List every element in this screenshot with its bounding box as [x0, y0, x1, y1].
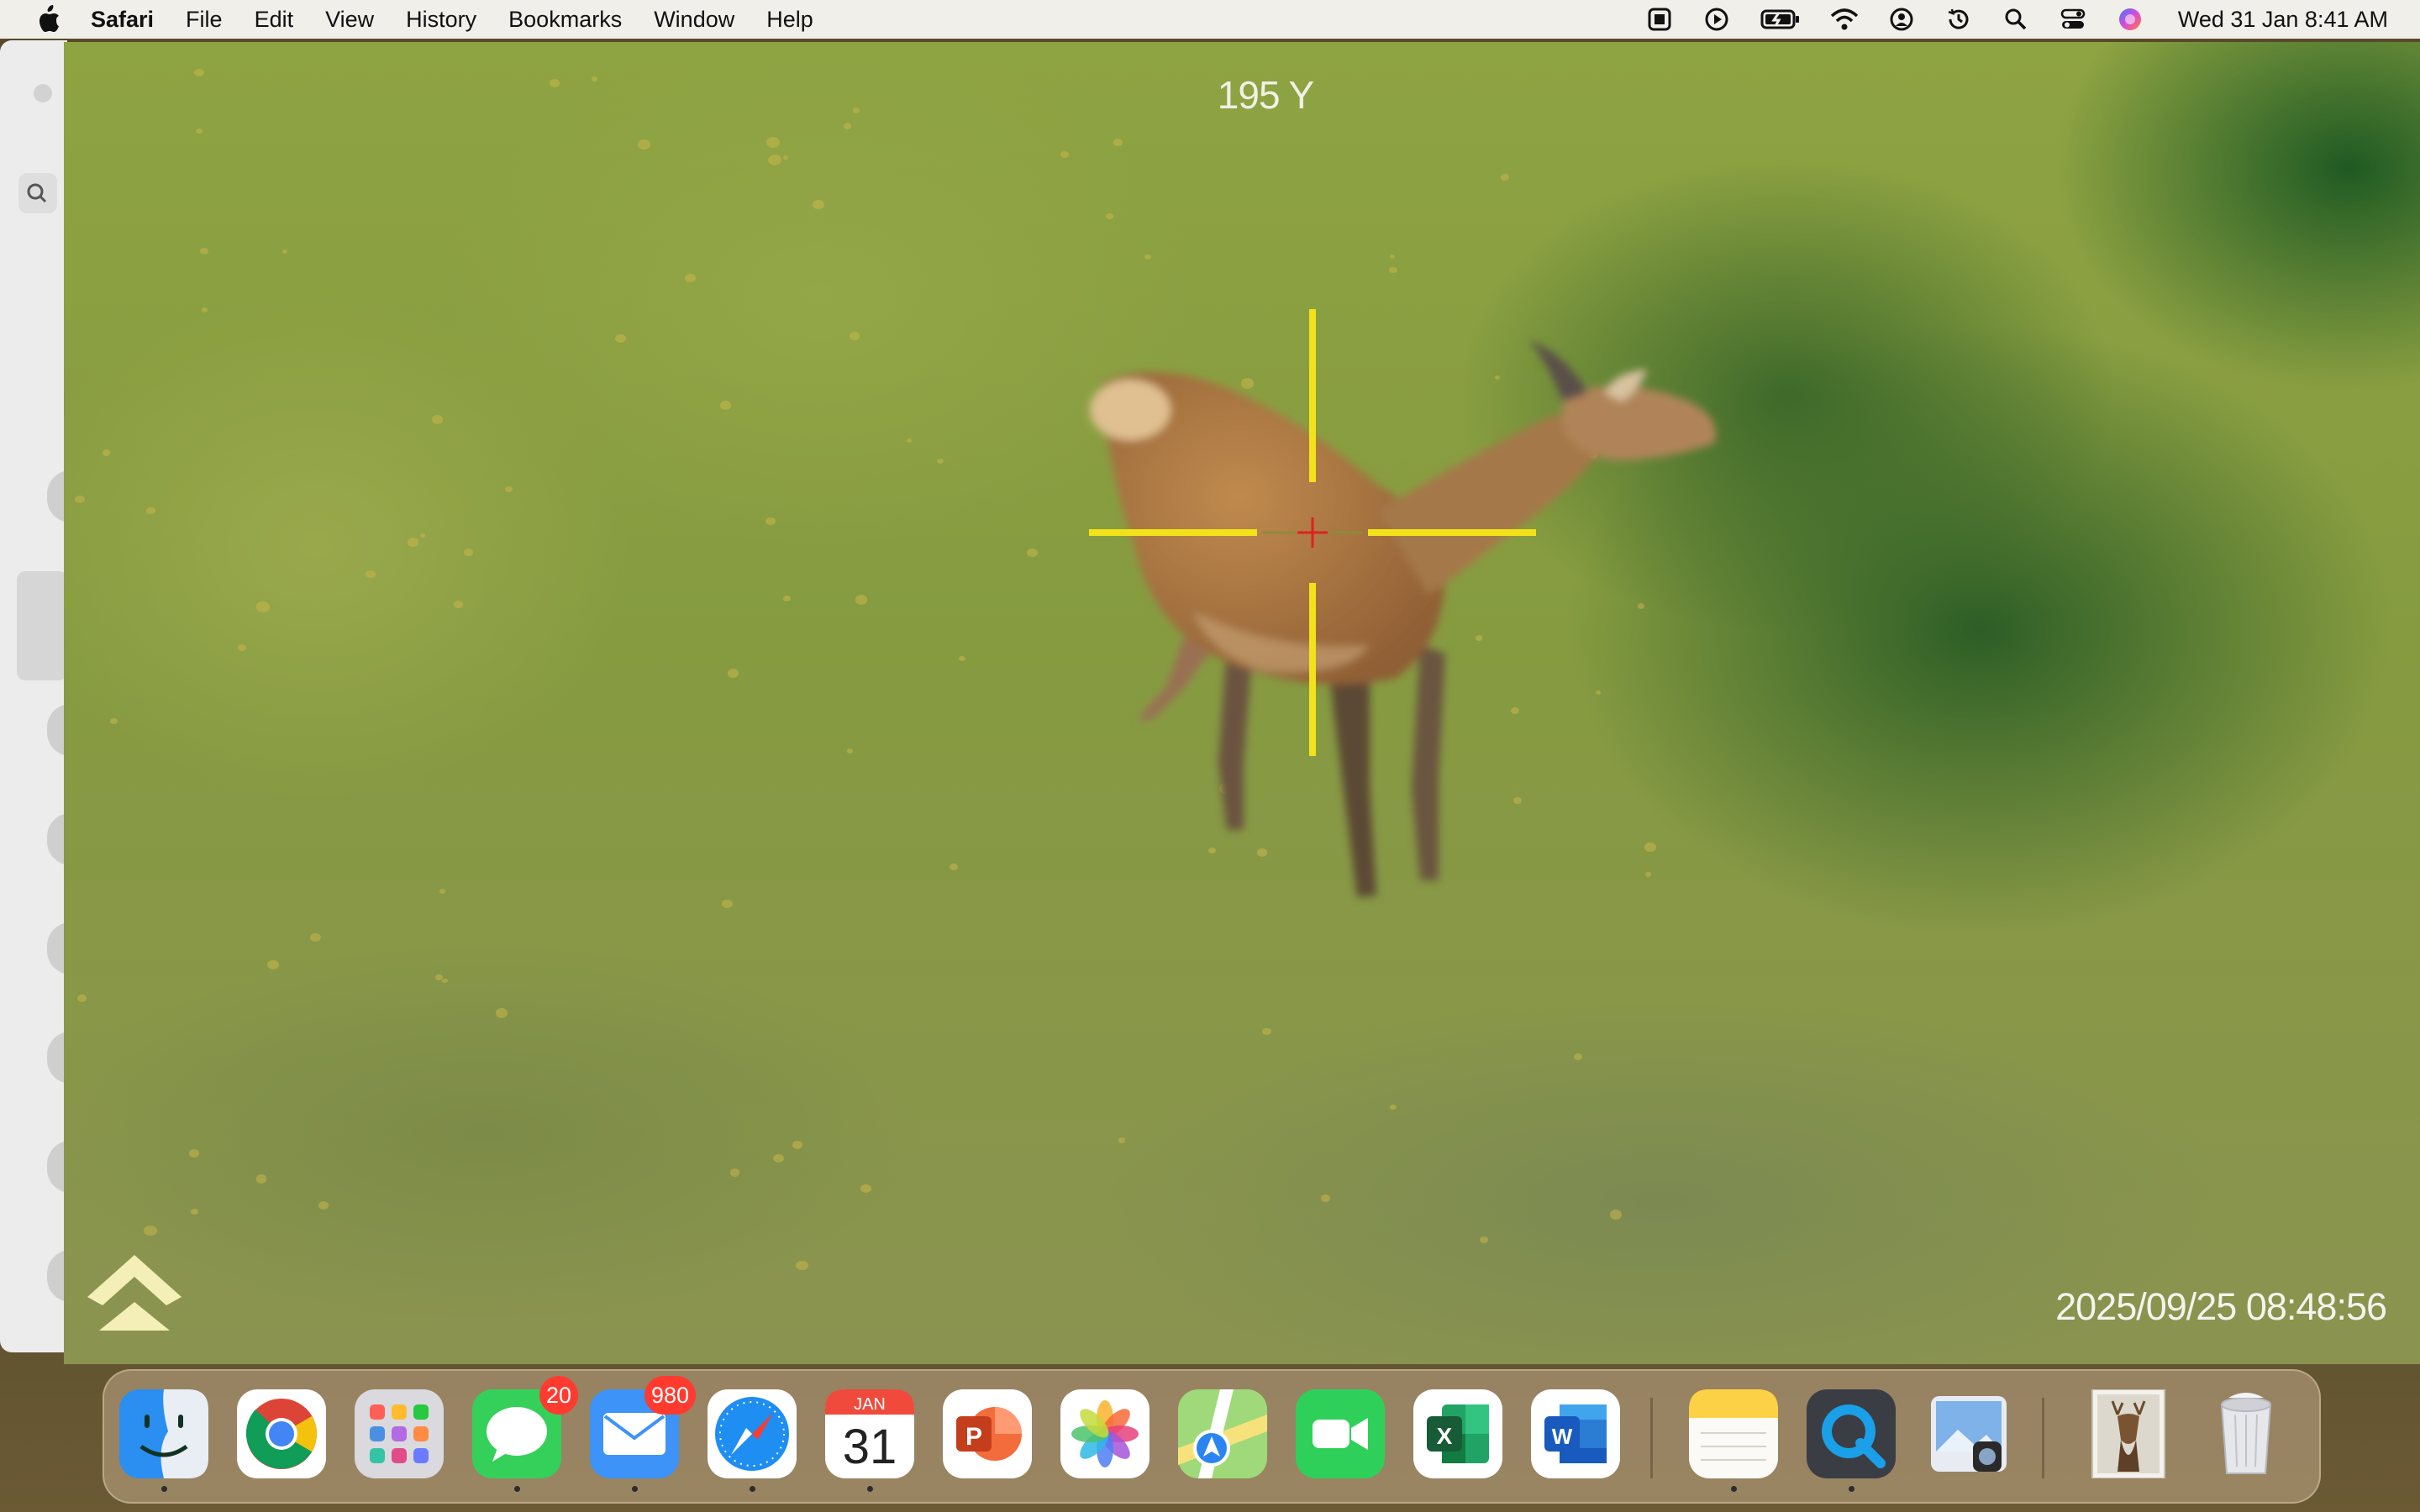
app-name-menu[interactable]: Safari: [91, 7, 154, 33]
dock-app-chrome[interactable]: [237, 1389, 326, 1478]
safari-icon: [708, 1389, 797, 1478]
notes-icon: [1689, 1389, 1778, 1478]
dock-app-excel[interactable]: X: [1413, 1389, 1502, 1478]
dock-app-maps[interactable]: [1178, 1389, 1267, 1478]
dock-app-calendar[interactable]: JAN 31: [825, 1389, 914, 1492]
time-machine-icon[interactable]: [1944, 5, 1973, 34]
safari-window-behind[interactable]: [0, 40, 71, 1352]
calendar-month: JAN: [854, 1395, 886, 1414]
siri-icon[interactable]: [2116, 5, 2144, 34]
running-indicator: [750, 1486, 755, 1492]
window-close-button[interactable]: [34, 84, 52, 102]
deer-thumbnail-icon: [2091, 1389, 2165, 1478]
battery-icon[interactable]: [1760, 5, 1802, 34]
running-indicator: [1849, 1486, 1854, 1492]
dock: 20 980 JAN 31 P X W: [103, 1369, 2321, 1504]
dock-app-photos[interactable]: [1060, 1389, 1150, 1478]
range-readout: 195 Y: [1217, 73, 1314, 117]
menu-edit[interactable]: Edit: [255, 7, 294, 33]
vpn-icon[interactable]: [1645, 5, 1674, 34]
running-indicator: [161, 1486, 167, 1492]
menu-bar-clock[interactable]: Wed 31 Jan 8:41 AM: [2178, 7, 2388, 33]
wifi-icon[interactable]: [1830, 5, 1859, 34]
finder-icon: [119, 1389, 208, 1478]
calendar-day: 31: [843, 1420, 897, 1474]
mail-badge: 980: [644, 1376, 696, 1415]
search-icon: [27, 183, 47, 203]
play-icon[interactable]: [1702, 5, 1731, 34]
dock-app-notes[interactable]: [1689, 1389, 1778, 1492]
dock-item-deer-image[interactable]: [2084, 1389, 2173, 1478]
dock-app-preview[interactable]: [1924, 1389, 2013, 1478]
photos-icon: [1060, 1389, 1150, 1478]
running-indicator: [867, 1486, 873, 1492]
chrome-icon: [237, 1389, 326, 1478]
dock-app-powerpoint[interactable]: P: [943, 1389, 1032, 1478]
preview-icon: [1931, 1396, 2007, 1472]
facetime-icon: [1296, 1389, 1385, 1478]
dock-app-word[interactable]: W: [1531, 1389, 1620, 1478]
status-area: Wed 31 Jan 8:41 AM: [1645, 0, 2388, 39]
safari-selected-sidebar-item[interactable]: [17, 571, 67, 680]
dock-separator: [2042, 1398, 2044, 1478]
quicktime-icon: [1807, 1389, 1896, 1478]
dock-app-mail[interactable]: 980: [590, 1376, 696, 1492]
dock-item-trash[interactable]: [2202, 1389, 2291, 1478]
dock-app-finder[interactable]: [119, 1389, 208, 1492]
svg-text:X: X: [1437, 1423, 1453, 1449]
menu-window[interactable]: Window: [654, 7, 734, 33]
apple-menu-icon[interactable]: [34, 4, 64, 34]
svg-text:P: P: [965, 1423, 982, 1451]
user-icon[interactable]: [1887, 5, 1916, 34]
calendar-icon: JAN 31: [825, 1389, 914, 1478]
dock-separator: [1650, 1398, 1653, 1478]
word-icon: W: [1531, 1389, 1620, 1478]
trash-icon: [2220, 1393, 2272, 1474]
running-indicator: [1731, 1486, 1737, 1492]
launchpad-icon: [355, 1389, 444, 1478]
menu-bookmarks[interactable]: Bookmarks: [508, 7, 622, 33]
dock-app-safari[interactable]: [708, 1389, 797, 1492]
running-indicator: [514, 1486, 520, 1492]
dock-app-launchpad[interactable]: [355, 1389, 444, 1478]
chevron-up-icon[interactable]: [79, 1247, 190, 1339]
video-player-window[interactable]: 195 Y 2025/09/25 08:48:56: [64, 42, 2420, 1364]
menu-file[interactable]: File: [186, 7, 223, 33]
scope-reticle: [1089, 309, 1536, 756]
dock-app-quicktime[interactable]: [1807, 1389, 1896, 1492]
menu-history[interactable]: History: [406, 7, 476, 33]
powerpoint-icon: P: [943, 1389, 1032, 1478]
video-timestamp: 2025/09/25 08:48:56: [2055, 1285, 2387, 1328]
running-indicator: [632, 1486, 638, 1492]
dock-app-facetime[interactable]: [1296, 1389, 1385, 1478]
spotlight-search-icon[interactable]: [2002, 5, 2030, 34]
excel-icon: X: [1413, 1389, 1502, 1478]
menu-help[interactable]: Help: [766, 7, 813, 33]
svg-text:W: W: [1552, 1424, 1573, 1449]
control-center-icon[interactable]: [2059, 5, 2087, 34]
menu-bar: Safari File Edit View History Bookmarks …: [0, 0, 2420, 39]
menu-view[interactable]: View: [325, 7, 374, 33]
maps-icon: [1178, 1389, 1267, 1478]
safari-search-field[interactable]: [18, 173, 57, 213]
messages-badge: 20: [539, 1376, 578, 1415]
dock-app-messages[interactable]: 20: [472, 1376, 578, 1492]
